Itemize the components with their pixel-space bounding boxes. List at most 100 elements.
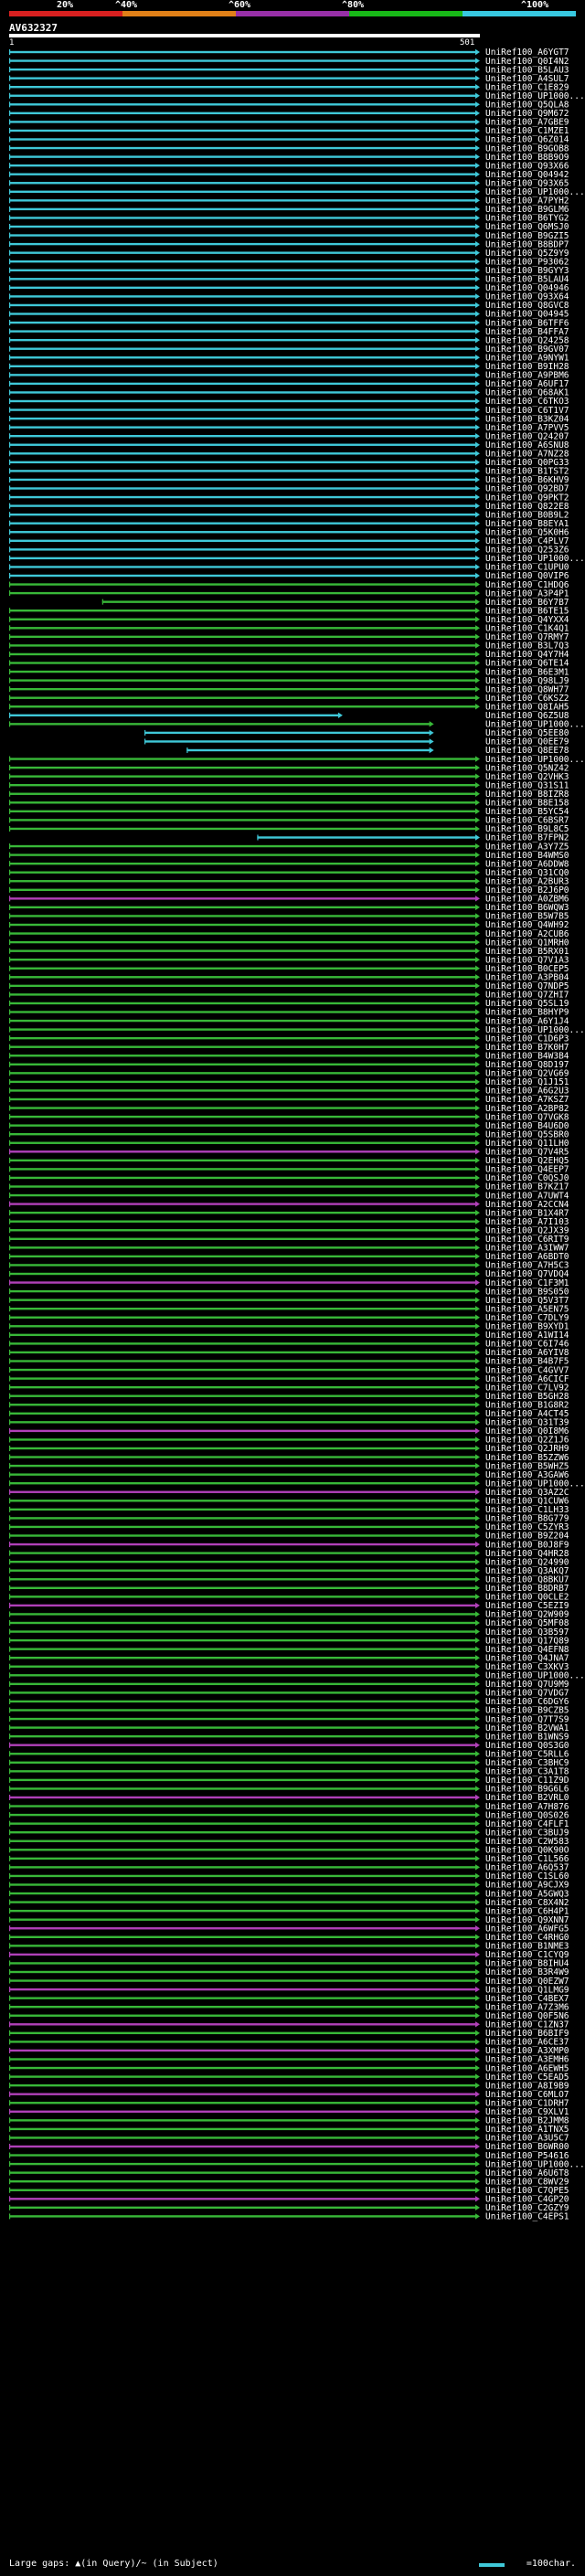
hit-end-arrow (475, 1262, 480, 1268)
hit-end-arrow (475, 921, 480, 928)
hit-start-tick (9, 896, 11, 902)
hit-bar (9, 313, 476, 315)
hit-bar (9, 888, 476, 891)
hit-end-arrow (475, 642, 480, 649)
hit-end-arrow (475, 589, 480, 597)
hit-start-tick (9, 1053, 11, 1059)
hit-bar (9, 50, 476, 54)
hit-bar (9, 862, 476, 865)
hit-start-tick (9, 494, 11, 501)
hit-start-tick (9, 1166, 11, 1172)
hit-bar (9, 1141, 476, 1144)
hit-start-tick (9, 1314, 11, 1320)
hit-start-tick (9, 1620, 11, 1626)
hit-start-tick (9, 1044, 11, 1050)
hit-end-arrow (475, 756, 480, 762)
hit-bar (9, 844, 476, 848)
hit-start-tick (9, 2039, 11, 2045)
hit-bar (9, 2023, 476, 2026)
hit-end-arrow (475, 1044, 480, 1050)
hit-start-tick (9, 1367, 11, 1373)
hit-start-tick (9, 1297, 11, 1303)
hit-start-tick (9, 345, 11, 352)
hit-bar (9, 1988, 476, 1991)
hit-bar (9, 1473, 476, 1476)
hit-start-tick (9, 555, 11, 561)
hit-start-tick (9, 537, 11, 544)
hit-end-arrow (475, 2108, 480, 2115)
hit-end-arrow (475, 2169, 480, 2176)
hit-start-tick (9, 965, 11, 971)
hit-bar (9, 260, 476, 263)
hit-bar (9, 77, 476, 80)
hit-end-arrow (475, 2012, 480, 2019)
hit-end-arrow (475, 2178, 480, 2185)
hit-end-arrow (475, 1383, 480, 1391)
hit-bar (9, 1569, 476, 1572)
hit-bar (9, 1115, 476, 1118)
hit-start-tick (9, 1916, 11, 1923)
hit-start-tick (9, 188, 11, 195)
hit-start-tick (9, 704, 11, 710)
hit-start-tick (9, 1070, 11, 1076)
hit-end-arrow (475, 1166, 480, 1172)
hit-bar (9, 1542, 476, 1546)
hit-end-arrow (475, 965, 480, 971)
hit-bar (9, 1630, 476, 1633)
hit-end-arrow (475, 1776, 480, 1784)
hit-start-tick (9, 852, 11, 858)
hit-start-tick (9, 337, 11, 344)
hit-end-arrow (475, 1838, 480, 1844)
hit-bar (9, 1778, 476, 1782)
hit-start-tick (9, 878, 11, 885)
hit-bar (9, 356, 476, 359)
hit-bar (9, 1377, 476, 1380)
hit-start-tick (9, 145, 11, 152)
hit-start-tick (9, 904, 11, 910)
hit-start-tick (9, 302, 11, 308)
hit-end-arrow (475, 267, 480, 273)
hit-end-arrow (475, 485, 480, 492)
hit-end-arrow (475, 1977, 480, 1984)
hit-start-tick (9, 119, 11, 125)
hit-end-arrow (475, 188, 480, 195)
hit-end-arrow (475, 790, 480, 797)
alignment-hits: UniRef100_A6YGT7UniRef100_Q0I4N2UniRef10… (9, 48, 585, 2222)
hit-bar (9, 1657, 476, 1659)
hit-bar (9, 801, 476, 804)
hit-end-arrow (475, 1462, 480, 1469)
footer-legend: Large gaps: ▲(in Query)/~ (in Subject) =… (9, 2559, 576, 2573)
hit-label[interactable]: UniRef100_C4EPS1 (485, 2212, 569, 2222)
hit-bar (9, 1805, 476, 1807)
hit-end-arrow (475, 982, 480, 990)
hit-start-tick (9, 948, 11, 954)
hit-end-arrow (475, 1680, 480, 1688)
hit-bar (9, 1822, 476, 1825)
hit-start-tick (9, 2108, 11, 2115)
hit-end-arrow (475, 1034, 480, 1042)
hit-bar (9, 173, 476, 175)
hit-start-tick (9, 1489, 11, 1495)
hit-start-tick (9, 75, 11, 81)
hit-end-arrow (475, 773, 480, 779)
hit-start-tick (9, 101, 11, 108)
hit-start-tick (9, 284, 11, 291)
hit-end-arrow (475, 1724, 480, 1731)
hit-bar (9, 2119, 476, 2122)
hit-bar (9, 278, 476, 281)
hit-bar (9, 1456, 476, 1458)
hit-start-tick (9, 633, 11, 640)
hit-end-arrow (475, 407, 480, 413)
hit-end-arrow (475, 1811, 480, 1818)
hit-bar (9, 766, 476, 769)
hit-end-arrow (475, 886, 480, 893)
hit-start-tick (9, 197, 11, 204)
hit-bar (9, 548, 476, 551)
hit-end-arrow (475, 581, 480, 588)
hit-end-arrow (475, 991, 480, 998)
hit-start-tick (9, 1227, 11, 1234)
hit-end-arrow (475, 616, 480, 622)
hit-start-tick (9, 1183, 11, 1190)
hit-end-arrow (475, 520, 480, 526)
hit-start-tick (9, 1245, 11, 1251)
